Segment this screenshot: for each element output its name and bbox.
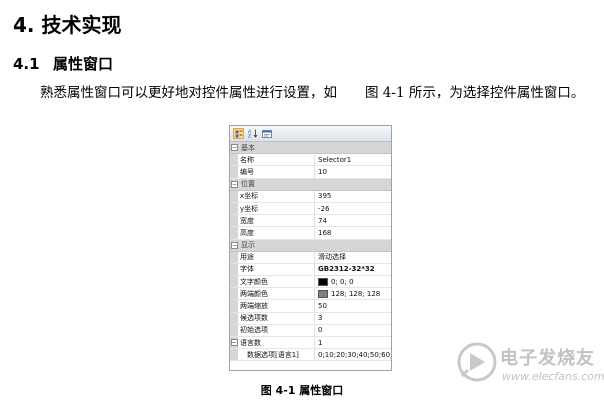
- property-category[interactable]: − 位置: [230, 178, 391, 191]
- property-pages-icon[interactable]: [262, 129, 272, 139]
- property-row[interactable]: 编号 10: [230, 166, 391, 179]
- property-name: 两端缩放: [238, 300, 315, 312]
- watermark: 电子发烧友 www.elecfans.com: [456, 336, 604, 396]
- property-name: 名称: [238, 154, 315, 166]
- property-row[interactable]: − 语言数 1: [230, 337, 391, 350]
- property-value-text: 0;10;20;30;40;50;60;70;: [318, 350, 391, 359]
- property-name: 候选项数: [238, 312, 315, 324]
- property-name: 初始选项: [238, 324, 315, 336]
- property-value[interactable]: 0; 0; 0: [315, 276, 391, 287]
- property-value-text: 0; 0; 0: [331, 277, 354, 286]
- svg-text:Z: Z: [248, 134, 251, 139]
- property-name: x坐标: [238, 190, 315, 202]
- property-value-text: 50: [318, 302, 327, 311]
- property-name: 两端颜色: [238, 288, 315, 300]
- category-label: 显示: [241, 241, 255, 250]
- property-value-text: 168: [318, 228, 332, 237]
- property-value-text: 74: [318, 216, 327, 225]
- property-category[interactable]: − 基本: [230, 142, 391, 155]
- property-row[interactable]: 文字颜色 0; 0; 0: [230, 276, 391, 289]
- categorized-icon[interactable]: [233, 128, 244, 139]
- category-label: 位置: [241, 180, 255, 189]
- property-value-text: 0: [318, 326, 323, 335]
- elecfans-logo-icon: [457, 342, 497, 382]
- property-value[interactable]: GB2312-32*32: [315, 264, 391, 275]
- property-name: 高度: [238, 227, 315, 239]
- property-value[interactable]: 74: [315, 215, 391, 226]
- property-name: 文字颜色: [238, 276, 315, 288]
- property-name: 数据选项[语言1]: [238, 349, 315, 361]
- heading-level2: 4.1 属性窗口: [13, 53, 113, 74]
- property-value[interactable]: 395: [315, 191, 391, 202]
- property-name: 编号: [238, 166, 315, 178]
- property-value[interactable]: 168: [315, 227, 391, 238]
- property-row[interactable]: 两端缩放 50: [230, 300, 391, 313]
- property-value-text: 10: [318, 167, 327, 176]
- collapse-toggle-icon[interactable]: −: [231, 180, 238, 188]
- property-name: y坐标: [238, 202, 315, 215]
- property-row[interactable]: 候选项数 3: [230, 312, 391, 325]
- property-row[interactable]: x坐标 395: [230, 190, 391, 203]
- property-window-figure: AZ − 基本 名称 Selector1 编号 10− 位置 x坐标 395 y坐标 -26 宽度 74…: [229, 125, 392, 371]
- property-row[interactable]: 名称 Selector1: [230, 154, 391, 167]
- heading-number: 4.1: [13, 55, 40, 73]
- property-name: 语言数: [238, 337, 315, 349]
- property-value-text: 3: [318, 314, 323, 323]
- color-swatch[interactable]: [318, 277, 328, 286]
- collapse-toggle-icon[interactable]: −: [230, 339, 238, 347]
- property-grid: − 基本 名称 Selector1 编号 10− 位置 x坐标 395 y坐标 -26 宽度 74 高度 1…: [230, 142, 391, 362]
- property-row[interactable]: 两端颜色 128; 128; 128: [230, 288, 391, 301]
- property-row[interactable]: 高度 168: [230, 227, 391, 240]
- watermark-title: 电子发烧友: [500, 348, 595, 369]
- watermark-url: www.elecfans.com: [502, 370, 604, 383]
- property-value[interactable]: 128; 128; 128: [315, 288, 391, 299]
- property-value[interactable]: 10: [315, 166, 391, 177]
- color-swatch[interactable]: [318, 289, 328, 298]
- paragraph-part1: 熟悉属性窗口可以更好地对控件属性进行设置，如: [40, 85, 337, 101]
- property-value[interactable]: 50: [315, 300, 391, 311]
- property-value-text: 滑动选择: [318, 253, 346, 262]
- property-value[interactable]: 1: [315, 337, 391, 348]
- property-value[interactable]: 0;10;20;30;40;50;60;70;: [315, 349, 391, 360]
- property-value-text: Selector1: [318, 155, 352, 164]
- body-paragraph: 熟悉属性窗口可以更好地对控件属性进行设置，如 图 4-1 所示，为选择控件属性窗口…: [13, 82, 588, 104]
- property-value-text: -26: [318, 204, 330, 213]
- property-name: 字体: [238, 263, 315, 276]
- property-row[interactable]: 数据选项[语言1]0;10;20;30;40;50;60;70;: [230, 349, 391, 362]
- collapse-toggle-icon[interactable]: −: [231, 241, 238, 249]
- property-toolbar: AZ: [230, 126, 391, 142]
- property-name: 宽度: [238, 215, 315, 227]
- heading-text: 属性窗口: [53, 55, 114, 73]
- paragraph-part2: 图 4-1 所示，为选择控件属性窗口。: [365, 85, 585, 101]
- property-value[interactable]: 3: [315, 313, 391, 324]
- category-label: 基本: [241, 143, 255, 152]
- collapse-toggle-icon[interactable]: −: [231, 144, 238, 152]
- property-row[interactable]: 字体 GB2312-32*32: [230, 263, 391, 277]
- property-value[interactable]: Selector1: [315, 154, 391, 165]
- property-row[interactable]: y坐标 -26: [230, 202, 391, 216]
- property-value[interactable]: 滑动选择: [315, 252, 391, 263]
- property-value-text: 1: [318, 338, 323, 347]
- property-row[interactable]: 宽度 74: [230, 215, 391, 228]
- property-value-text: 395: [318, 192, 332, 201]
- property-name: 用途: [238, 251, 315, 263]
- sort-alpha-icon[interactable]: AZ: [248, 129, 258, 139]
- property-value[interactable]: 0: [315, 325, 391, 336]
- heading-level1: 4. 技术实现: [13, 13, 122, 37]
- property-row[interactable]: 用途 滑动选择: [230, 251, 391, 264]
- property-value-text: 128; 128; 128: [331, 289, 381, 298]
- property-value-text: GB2312-32*32: [318, 265, 375, 274]
- property-row[interactable]: 初始选项 0: [230, 324, 391, 337]
- property-category[interactable]: − 显示: [230, 239, 391, 252]
- property-value[interactable]: -26: [315, 203, 391, 214]
